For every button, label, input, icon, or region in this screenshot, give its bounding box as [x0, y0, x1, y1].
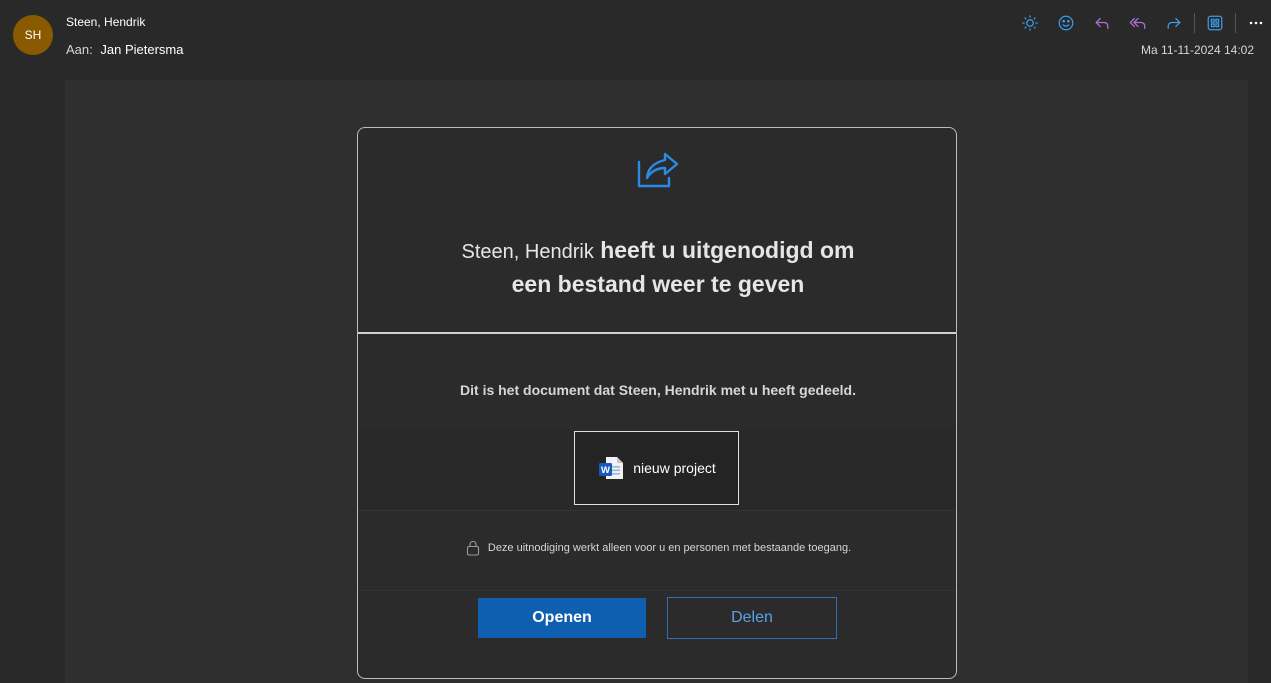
file-name: nieuw project: [633, 460, 716, 476]
reply-all-icon[interactable]: [1120, 10, 1156, 36]
recipient-name[interactable]: Jan Pietersma: [100, 42, 183, 57]
access-notice-text: Deze uitnodiging werkt alleen voor u en …: [487, 542, 852, 554]
headline-text-1: heeft u uitgenodigd om: [593, 237, 855, 263]
share-invitation-card: Steen, Hendrik heeft u uitgenodigd om ee…: [357, 127, 957, 679]
headline-sender: Steen, Hendrik: [461, 241, 594, 263]
shared-file-link[interactable]: W nieuw project: [574, 431, 739, 505]
share-button[interactable]: Delen: [667, 597, 837, 639]
invitation-headline: Steen, Hendrik heeft u uitgenodigd om ee…: [398, 234, 918, 300]
message-datetime: Ma 11-11-2024 14:02: [1141, 43, 1254, 57]
divider: [358, 510, 956, 511]
divider: [358, 332, 956, 334]
message-toolbar: [1012, 10, 1271, 36]
headline-text-2: een bestand weer te geven: [511, 271, 805, 297]
reply-icon[interactable]: [1084, 10, 1120, 36]
share-icon: [637, 152, 679, 188]
message-header: SH Steen, Hendrik Aan: Jan Pietersma Ma …: [0, 0, 1271, 80]
access-notice: Deze uitnodiging werkt alleen voor u en …: [358, 540, 956, 556]
forward-icon[interactable]: [1156, 10, 1192, 36]
apps-icon[interactable]: [1197, 10, 1233, 36]
svg-text:W: W: [601, 465, 610, 476]
to-label: Aan:: [66, 42, 93, 57]
open-button[interactable]: Openen: [478, 598, 646, 638]
word-document-icon: W: [599, 457, 624, 479]
divider: [358, 590, 956, 591]
brightness-icon[interactable]: [1012, 10, 1048, 36]
lock-icon: [466, 540, 479, 556]
share-description: Dit is het document dat Steen, Hendrik m…: [460, 382, 856, 398]
sender-name[interactable]: Steen, Hendrik: [66, 15, 145, 29]
more-icon[interactable]: [1238, 10, 1271, 36]
toolbar-separator: [1235, 13, 1236, 33]
recipient-line: Aan: Jan Pietersma: [66, 42, 183, 57]
emoji-icon[interactable]: [1048, 10, 1084, 36]
toolbar-separator: [1194, 13, 1195, 33]
avatar[interactable]: SH: [13, 15, 53, 55]
